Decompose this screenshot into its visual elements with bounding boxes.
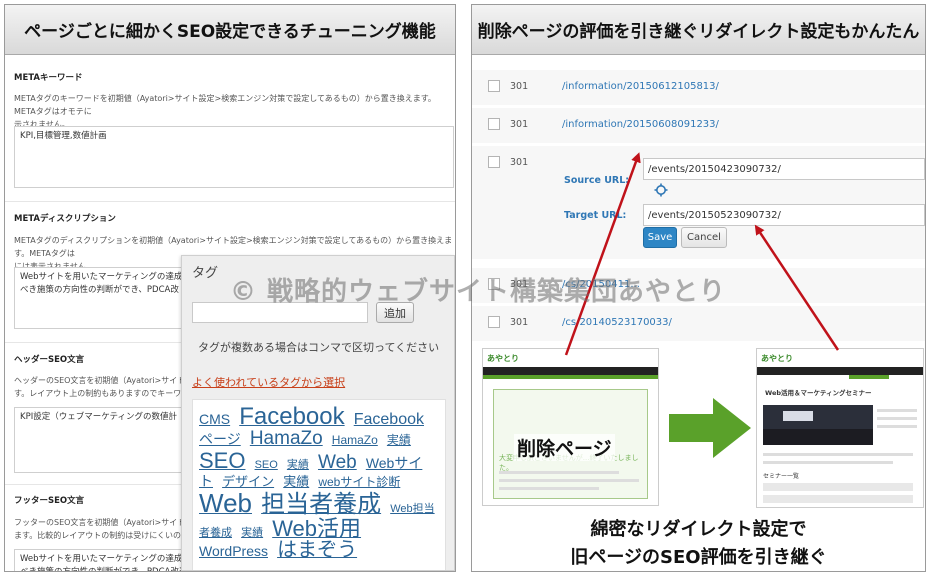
red-arrow-source <box>564 152 641 356</box>
red-arrow-target <box>754 224 840 351</box>
screenshot-root: ページごとに細かくSEO設定できるチューニング機能 METAキーワード META… <box>0 0 930 576</box>
copyright-watermark: © 戦略的ウェブサイト構築集団あやとり <box>230 277 727 307</box>
